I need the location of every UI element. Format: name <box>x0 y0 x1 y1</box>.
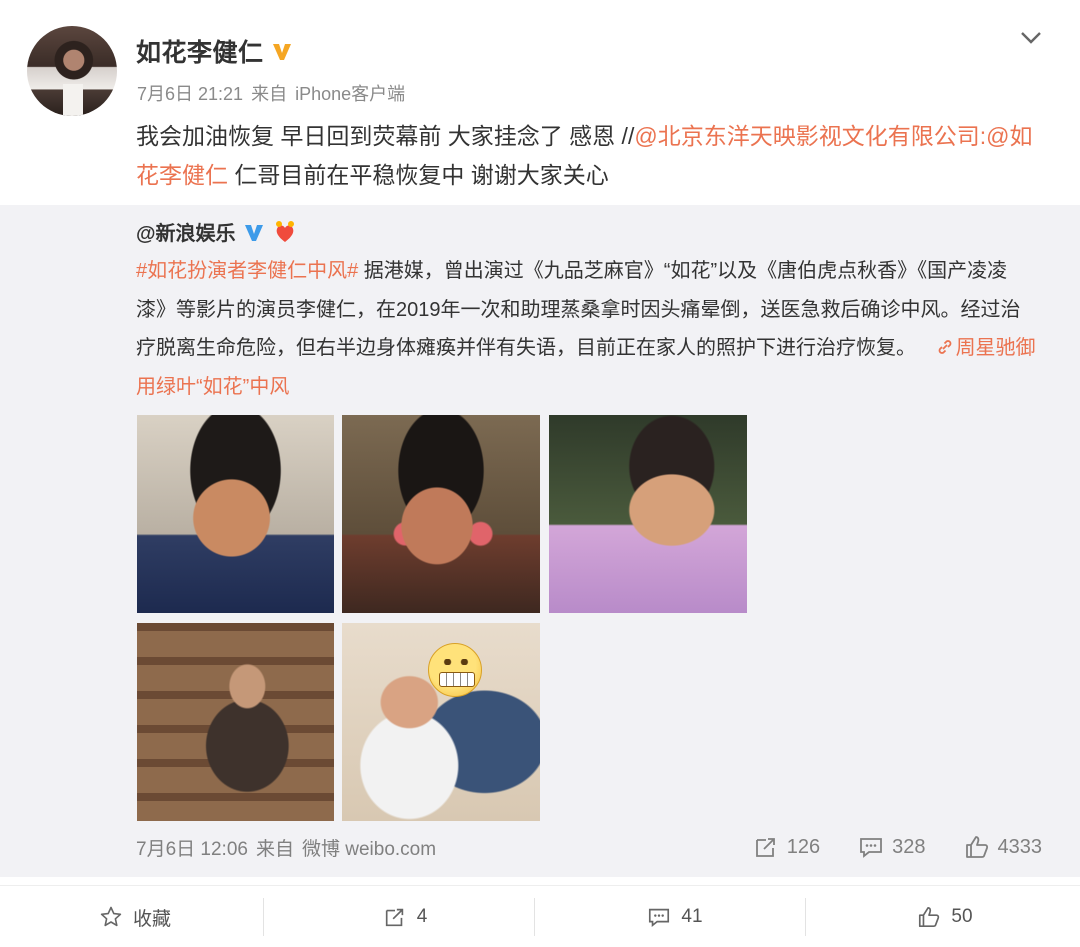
repost-count: 126 <box>786 835 821 858</box>
username-row: 如花李健仁 <box>136 33 294 69</box>
verified-icon <box>244 224 263 241</box>
grinning-emoji-icon <box>428 643 482 697</box>
username[interactable]: 如花李健仁 <box>136 33 264 69</box>
favorite-button[interactable]: 收藏 <box>0 886 270 947</box>
repost-icon <box>755 838 775 857</box>
divider <box>805 898 806 936</box>
favorite-label: 收藏 <box>132 908 171 930</box>
repost-button[interactable]: 4 <box>270 886 540 947</box>
like-action-count: 50 <box>951 906 973 927</box>
chevron-down-icon[interactable] <box>1018 24 1044 50</box>
comment-action-count: 41 <box>681 906 703 927</box>
repost-source-prefix: 来自 <box>255 839 294 860</box>
post-source-prefix: 来自 <box>251 84 288 104</box>
repost-action-count: 4 <box>416 906 428 927</box>
repost-footer: 7月6日 12:06 来自 微博 weibo.com 126 328 4333 <box>0 834 1080 864</box>
photo-4[interactable] <box>137 623 334 821</box>
hashtag-link[interactable]: #如花扮演者李健仁中风# <box>136 260 358 282</box>
repost-text: #如花扮演者李健仁中风# 据港媒，曾出演过《九品芝麻官》“如花”以及《唐伯虎点秋… <box>136 252 1036 406</box>
like-button[interactable]: 50 <box>810 886 1080 947</box>
comment-icon <box>649 908 670 928</box>
post-text-main: 我会加油恢复 早日回到荧幕前 大家挂念了 感恩 // <box>136 123 635 149</box>
repost-time[interactable]: 7月6日 12:06 <box>136 834 248 861</box>
comment-count: 328 <box>892 835 926 858</box>
comment-count-button[interactable]: 328 <box>858 834 926 860</box>
like-icon <box>965 836 988 858</box>
post-source: iPhone客户端 <box>295 84 406 104</box>
like-count: 4333 <box>997 835 1043 858</box>
photo-3[interactable] <box>549 415 747 613</box>
repost-stats: 126 328 4333 <box>753 834 1042 860</box>
mention-company[interactable]: @北京东洋天映影视文化有限公司 <box>634 123 979 149</box>
post-text: 我会加油恢复 早日回到荧幕前 大家挂念了 感恩 //@北京东洋天映影视文化有限公… <box>136 117 1051 195</box>
like-icon <box>919 906 940 928</box>
photo-2[interactable] <box>342 415 540 613</box>
comment-button[interactable]: 41 <box>540 886 810 947</box>
avatar[interactable] <box>27 26 117 116</box>
repost-source: 微博 weibo.com <box>301 839 437 860</box>
repost-count-button[interactable]: 126 <box>753 834 820 860</box>
verified-icon <box>272 44 291 60</box>
action-bar: 收藏 4 41 50 <box>0 885 1080 947</box>
repost-icon <box>385 908 403 927</box>
photo-1[interactable] <box>137 415 334 613</box>
repost-author-row: @新浪娱乐 <box>136 217 298 246</box>
divider <box>263 898 264 936</box>
link-icon <box>938 340 951 354</box>
post-text-tail: 仁哥目前在平稳恢复中 谢谢大家关心 <box>228 162 609 188</box>
photo-5[interactable] <box>342 623 540 821</box>
divider <box>534 898 535 936</box>
repost-author[interactable]: @新浪娱乐 <box>136 217 236 246</box>
member-badge-icon <box>275 220 294 242</box>
post-time[interactable]: 7月6日 21:21 <box>137 80 243 106</box>
post-header: 如花李健仁 7月6日 21:21 来自 iPhone客户端 我会加油恢复 早日回… <box>0 0 1080 205</box>
star-icon <box>100 906 122 927</box>
like-count-button[interactable]: 4333 <box>964 834 1043 860</box>
comment-icon <box>860 838 883 858</box>
repost-meta: 7月6日 12:06 来自 微博 weibo.com <box>136 834 436 861</box>
post-meta: 7月6日 21:21 来自 iPhone客户端 <box>137 80 405 106</box>
